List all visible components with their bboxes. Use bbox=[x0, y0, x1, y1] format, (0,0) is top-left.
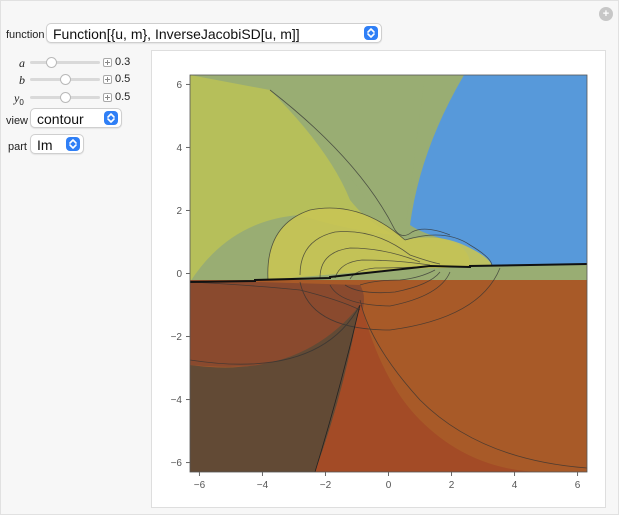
y-tick-label: 2 bbox=[176, 206, 182, 217]
y-tick-label: 4 bbox=[176, 143, 182, 154]
y-tick-label: −4 bbox=[171, 395, 183, 406]
x-tick-label: −6 bbox=[194, 480, 206, 491]
x-axis-ticks: −6 −4 −2 0 2 4 6 bbox=[194, 472, 581, 491]
x-tick-label: −2 bbox=[320, 480, 332, 491]
y-axis-ticks: −6 −4 −2 0 2 4 6 bbox=[171, 80, 190, 469]
x-tick-label: −4 bbox=[257, 480, 269, 491]
y-tick-label: 6 bbox=[176, 80, 182, 91]
x-tick-label: 2 bbox=[449, 480, 455, 491]
y-tick-label: −2 bbox=[171, 332, 183, 343]
x-tick-label: 0 bbox=[386, 480, 392, 491]
x-tick-label: 4 bbox=[512, 480, 518, 491]
x-tick-label: 6 bbox=[575, 480, 581, 491]
y-tick-label: 0 bbox=[176, 269, 182, 280]
contour-plot: −6 −4 −2 0 2 4 6 −6 −4 −2 0 2 4 6 bbox=[171, 74, 588, 491]
y-tick-label: −6 bbox=[171, 458, 183, 469]
